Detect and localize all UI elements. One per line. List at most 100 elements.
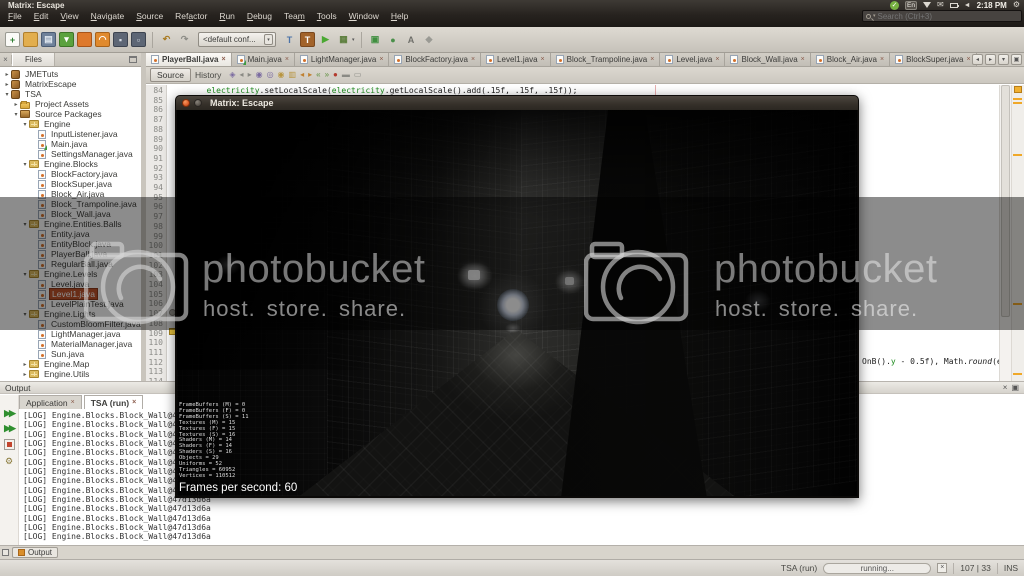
blender-icon[interactable]: ◠ [95, 32, 110, 47]
tree-item-regularball-java[interactable]: RegularBall.java [0, 259, 141, 269]
close-tab-icon[interactable]: × [966, 56, 970, 63]
menu-item-source[interactable]: Source [130, 11, 169, 21]
config-select[interactable]: <default conf...▾ [198, 32, 276, 47]
error-mark[interactable] [1013, 102, 1022, 104]
error-mark[interactable] [1013, 154, 1022, 156]
error-stripe-status-icon[interactable] [1014, 86, 1022, 93]
close-tab-icon[interactable]: × [471, 56, 475, 63]
tree-item-source-packages[interactable]: ▾Source Packages [0, 109, 141, 119]
collapse-icon[interactable]: ▾ [21, 121, 29, 128]
new-file-icon[interactable]: + [5, 32, 20, 47]
update-ok-icon[interactable]: ✓ [890, 1, 899, 10]
battery-icon[interactable] [950, 3, 958, 8]
expand-icon[interactable]: ▸ [21, 361, 29, 368]
editor-tab-blockfactory-java[interactable]: BlockFactory.java× [389, 53, 481, 66]
tree-item-engine-levels[interactable]: ▾Engine.Levels [0, 269, 141, 279]
scroll-tabs-left-icon[interactable]: ◂ [972, 54, 983, 65]
open-project-icon[interactable]: ▤ [41, 32, 56, 47]
close-tab-icon[interactable]: × [379, 56, 383, 63]
output-window-toggle[interactable]: Output [12, 547, 58, 558]
menu-item-file[interactable]: File [2, 11, 28, 21]
collapse-icon[interactable]: ▾ [21, 161, 29, 168]
ant-settings-icon[interactable]: ⚙ [5, 457, 13, 466]
toggle-highlight-icon[interactable]: ▥ [289, 71, 297, 79]
tree-item-blockfactory-java[interactable]: BlockFactory.java [0, 169, 141, 179]
clock[interactable]: 2:18 PM [977, 1, 1007, 10]
close-tab-icon[interactable]: × [715, 56, 719, 63]
editor-tab-blocksuper-java[interactable]: BlockSuper.java× [890, 53, 976, 66]
game-window-titlebar[interactable]: Matrix: Escape [176, 96, 858, 110]
tree-item-engine[interactable]: ▾Engine [0, 119, 141, 129]
close-tab-icon[interactable]: × [221, 56, 225, 63]
editor-tab-playerball-java[interactable]: PlayerBall.java× [146, 53, 232, 66]
output-tab-tsa-run-[interactable]: TSA (run)× [84, 395, 144, 409]
expand-icon[interactable]: ▸ [21, 371, 29, 378]
ide-search-box[interactable]: ▾ [862, 10, 1022, 22]
editor-scrollbar-thumb[interactable] [1001, 85, 1010, 317]
menu-item-window[interactable]: Window [343, 11, 385, 21]
keyboard-layout-indicator[interactable]: En [905, 1, 917, 10]
tree-item-blocksuper-java[interactable]: BlockSuper.java [0, 179, 141, 189]
stop-process-icon[interactable]: × [937, 563, 947, 573]
tree-item-playerball-java[interactable]: PlayerBall.java [0, 249, 141, 259]
editor-tab-main-java[interactable]: Main.java× [232, 53, 295, 66]
expand-icon[interactable]: ▸ [12, 101, 20, 108]
minimize-game-icon[interactable] [194, 99, 202, 107]
prev-bookmark-icon[interactable]: ◂ [300, 71, 304, 79]
menu-item-debug[interactable]: Debug [241, 11, 278, 21]
tree-item-main-java[interactable]: Main.java [0, 139, 141, 149]
tree-item-engine-map[interactable]: ▸Engine.Map [0, 359, 141, 369]
close-tab-icon[interactable]: × [71, 399, 75, 406]
error-mark[interactable] [1013, 373, 1022, 375]
expand-icon[interactable]: ▸ [3, 71, 11, 78]
build-icon[interactable]: T [282, 32, 297, 47]
editor-tab-block-trampoline-java[interactable]: Block_Trampoline.java× [551, 53, 661, 66]
maximize-editor-icon[interactable]: ▣ [1011, 54, 1022, 65]
tree-item-block-trampoline-java[interactable]: Block_Trampoline.java [0, 199, 141, 209]
close-tab-icon[interactable]: × [132, 399, 136, 406]
menu-item-view[interactable]: View [54, 11, 84, 21]
tab-list-icon[interactable]: ▾ [998, 54, 1009, 65]
menu-item-help[interactable]: Help [385, 11, 414, 21]
close-tab-icon[interactable]: × [541, 56, 545, 63]
sound-icon[interactable]: ◄ [964, 2, 971, 9]
tree-item-entityblock-java[interactable]: EntityBlock.java [0, 239, 141, 249]
tree-item-engine-entities-balls[interactable]: ▾Engine.Entities.Balls [0, 219, 141, 229]
stop-build-icon[interactable] [4, 439, 15, 450]
editor-scrollbar[interactable] [999, 85, 1011, 381]
tree-item-engine-lights[interactable]: ▾Engine.Lights [0, 309, 141, 319]
collapse-icon[interactable]: ▾ [3, 91, 11, 98]
undo-icon[interactable]: ↶ [159, 32, 174, 47]
error-mark[interactable] [1013, 303, 1022, 305]
tree-item-inputlistener-java[interactable]: InputListener.java [0, 129, 141, 139]
debug-icon[interactable]: ▦ [336, 32, 351, 47]
menu-item-navigate[interactable]: Navigate [85, 11, 131, 21]
tree-item-block-air-java[interactable]: Block_Air.java [0, 189, 141, 199]
menu-item-run[interactable]: Run [213, 11, 241, 21]
update-center-icon[interactable]: ▾ [59, 32, 74, 47]
dock-icon[interactable] [2, 549, 9, 556]
search-input[interactable] [878, 12, 1018, 21]
forward-icon[interactable]: ▸ [248, 71, 252, 79]
shift-left-icon[interactable]: « [316, 71, 320, 79]
clean-build-icon[interactable]: T [300, 32, 315, 47]
collapse-icon[interactable]: ▾ [12, 111, 20, 118]
tree-item-tsa[interactable]: ▾TSA [0, 89, 141, 99]
tree-item-engine-utils[interactable]: ▸Engine.Utils [0, 369, 141, 379]
find-selection-icon[interactable]: ◉ [256, 71, 263, 79]
rerun-debug-icon[interactable]: ▶▶ [4, 424, 14, 432]
comment-icon[interactable]: ▬ [342, 71, 350, 79]
tree-item-levelplaintest-java[interactable]: LevelPlainTest.java [0, 299, 141, 309]
scroll-tabs-right-icon[interactable]: ▸ [985, 54, 996, 65]
close-game-icon[interactable] [182, 99, 190, 107]
run-icon[interactable]: ▶ [318, 32, 333, 47]
tree-item-lightmanager-java[interactable]: LightManager.java [0, 329, 141, 339]
tree-item-project-assets[interactable]: ▸Project Assets [0, 99, 141, 109]
close-tab-icon[interactable]: × [650, 56, 654, 63]
editor-tab-block-wall-java[interactable]: Block_Wall.java× [725, 53, 810, 66]
menu-item-tools[interactable]: Tools [311, 11, 343, 21]
editor-tab-lightmanager-java[interactable]: LightManager.java× [295, 53, 389, 66]
mail-icon[interactable]: ✉ [937, 1, 944, 9]
game-viewport[interactable]: FrameBuffers (M) = 0FrameBuffers (F) = 0… [177, 110, 857, 496]
menu-item-refactor[interactable]: Refactor [169, 11, 213, 21]
